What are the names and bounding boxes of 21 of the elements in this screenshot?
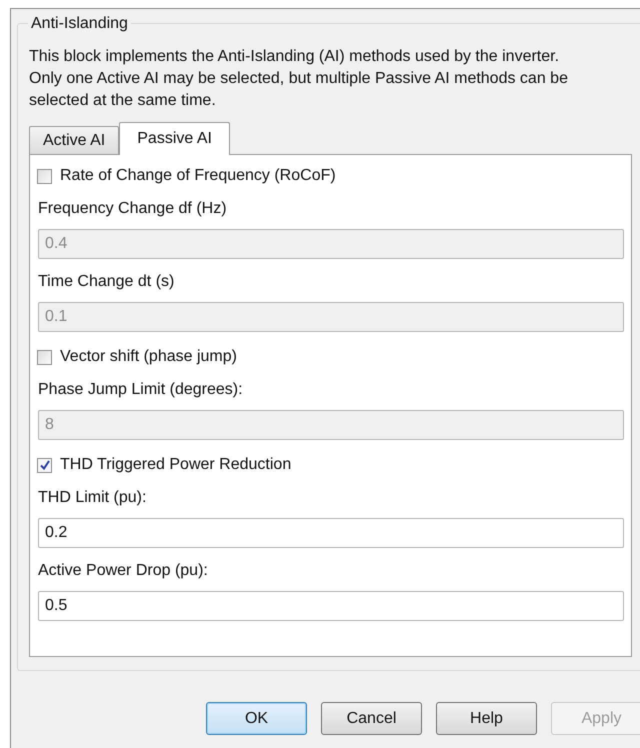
field-label: Active Power Drop (pu): <box>38 561 209 581</box>
checkbox-label: THD Triggered Power Reduction <box>60 456 292 474</box>
group-title: Anti-Islanding <box>28 14 131 34</box>
input-field[interactable]: 0.2 <box>38 518 624 548</box>
tab[interactable]: Active AI <box>29 126 120 154</box>
field-label: Phase Jump Limit (degrees): <box>38 380 244 400</box>
dialog-button[interactable]: Help <box>436 702 537 735</box>
checkbox-label: Rate of Change of Frequency (RoCoF) <box>60 167 336 185</box>
field-label: Time Change dt (s) <box>38 272 176 292</box>
dialog-button[interactable]: OK <box>206 702 307 735</box>
dialog-button[interactable]: Cancel <box>321 702 422 735</box>
field-label: THD Limit (pu): <box>38 488 148 508</box>
checkbox[interactable] <box>37 350 52 364</box>
input-field[interactable]: 0.5 <box>38 591 624 621</box>
checkmark-icon <box>38 459 50 471</box>
tab[interactable]: Passive AI <box>119 122 230 155</box>
checkbox[interactable] <box>37 458 52 472</box>
checkbox-label: Vector shift (phase jump) <box>60 348 237 366</box>
checkbox[interactable] <box>37 168 52 184</box>
description-text: This block implements the Anti-Islanding (AI) methods used by the inverter. Only one Active AI may be selected, but multiple Passive AI methods can be selected at the same time. <box>29 47 569 111</box>
field-label: Frequency Change df (Hz) <box>38 199 228 219</box>
